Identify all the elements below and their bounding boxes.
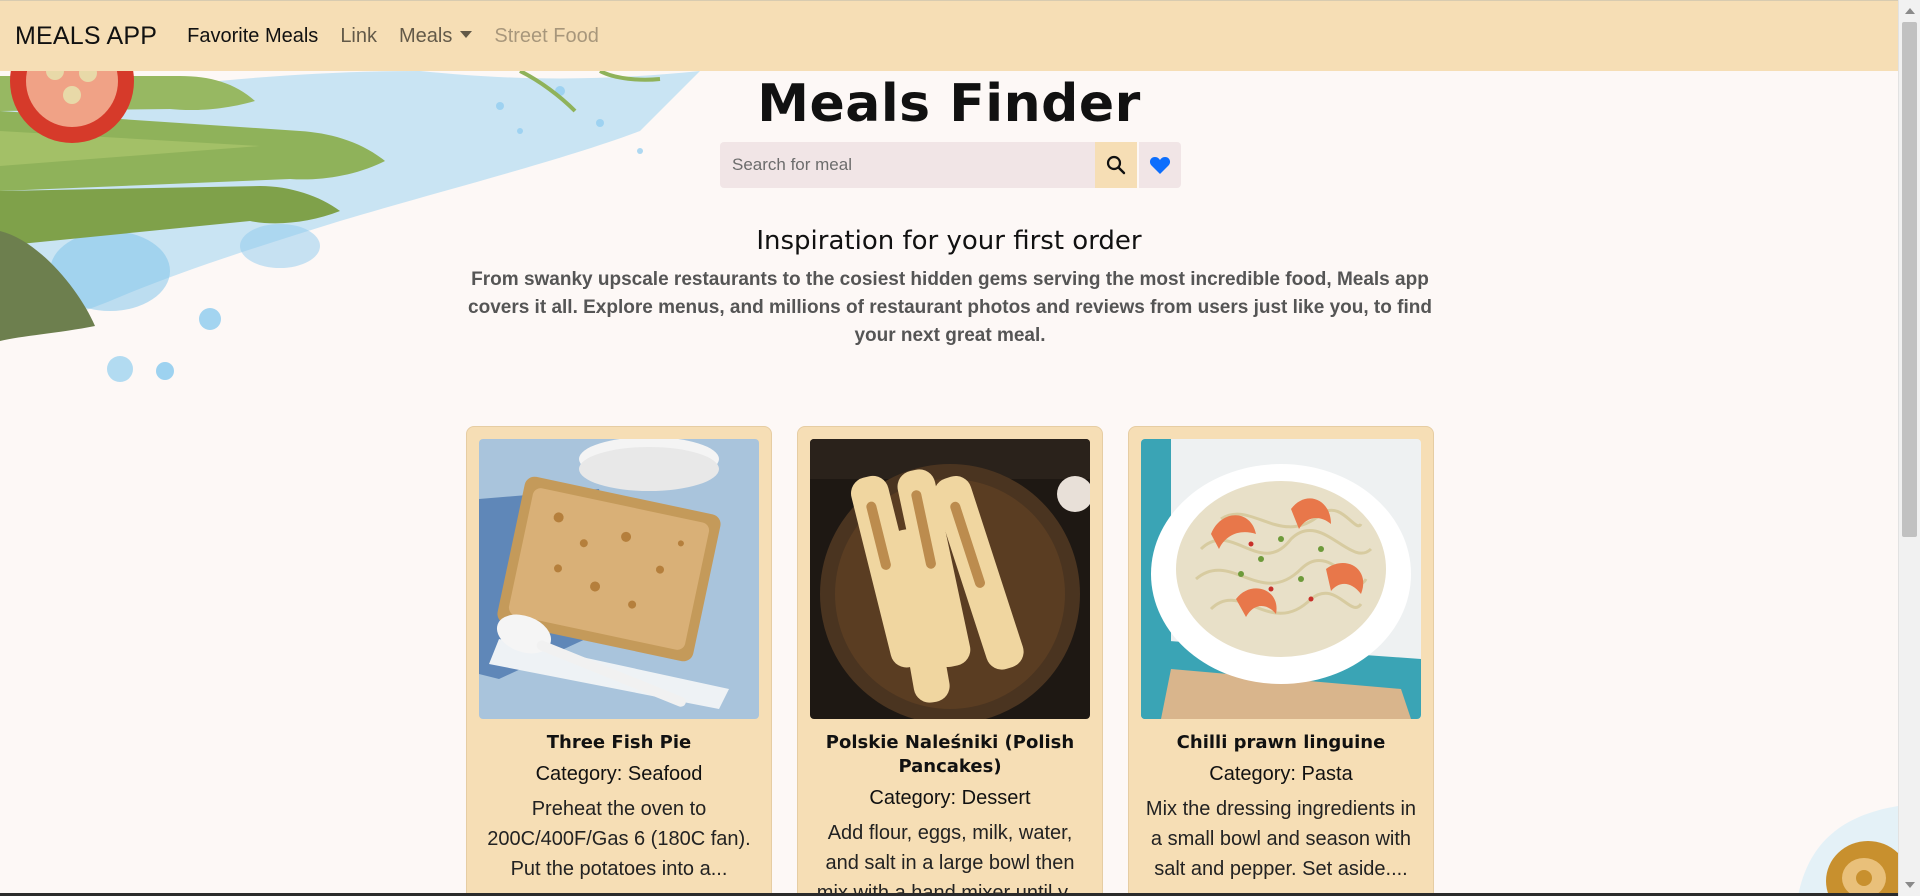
heart-icon xyxy=(1149,157,1171,174)
meal-image-polish-pancakes xyxy=(810,439,1090,719)
chevron-down-icon xyxy=(460,30,473,38)
meal-description: Preheat the oven to 200C/400F/Gas 6 (180… xyxy=(487,798,751,880)
vertical-scrollbar[interactable] xyxy=(1898,0,1920,896)
intro-text: From swanky upscale restaurants to the c… xyxy=(468,269,1432,346)
search-icon xyxy=(1106,155,1126,175)
favorites-button[interactable] xyxy=(1139,142,1181,188)
search-group xyxy=(720,142,1181,188)
meal-category: Category: Seafood xyxy=(535,763,703,785)
meal-title: Three Fish Pie xyxy=(546,732,692,753)
bread-decoration xyxy=(1798,806,1898,896)
scroll-up-arrow-icon[interactable] xyxy=(1905,8,1915,14)
meal-card[interactable]: Chilli prawn linguine Category: Pasta Mi… xyxy=(1128,426,1434,896)
nav-favorite-meals[interactable]: Favorite Meals xyxy=(187,25,318,48)
meal-image-fish-pie xyxy=(479,439,759,719)
meal-category: Category: Pasta xyxy=(1209,763,1353,785)
meal-image-prawn-linguine xyxy=(1141,439,1421,719)
scrollbar-thumb[interactable] xyxy=(1902,22,1917,537)
search-input[interactable] xyxy=(720,142,1095,188)
nav-meals-dropdown[interactable]: Meals xyxy=(399,24,473,48)
meal-card[interactable]: Three Fish Pie Category: Seafood Preheat… xyxy=(466,426,772,896)
meal-category: Category: Dessert xyxy=(869,787,1031,809)
nav-street-food: Street Food xyxy=(494,24,599,47)
meal-card[interactable]: Polskie Naleśniki (Polish Pancakes) Cate… xyxy=(797,426,1103,896)
navbar: MEALS APP Favorite Meals Link Meals Stre… xyxy=(0,0,1898,71)
section-heading: Inspiration for your first order xyxy=(756,226,1142,256)
meal-description: Mix the dressing ingredients in a small … xyxy=(1145,798,1417,880)
meal-title: Chilli prawn linguine xyxy=(1176,732,1386,753)
nav-link[interactable]: Link xyxy=(340,25,377,48)
scroll-down-arrow-icon[interactable] xyxy=(1905,882,1915,888)
page-title: Meals Finder xyxy=(757,74,1141,134)
meal-title: Polskie Naleśniki (Polish Pancakes) xyxy=(825,732,1075,777)
brand-logo-link[interactable]: MEALS APP xyxy=(15,22,157,51)
search-button[interactable] xyxy=(1095,142,1137,188)
meal-description: Add flour, eggs, milk, water, and salt i… xyxy=(816,822,1084,896)
nav-meals-label: Meals xyxy=(399,24,453,47)
